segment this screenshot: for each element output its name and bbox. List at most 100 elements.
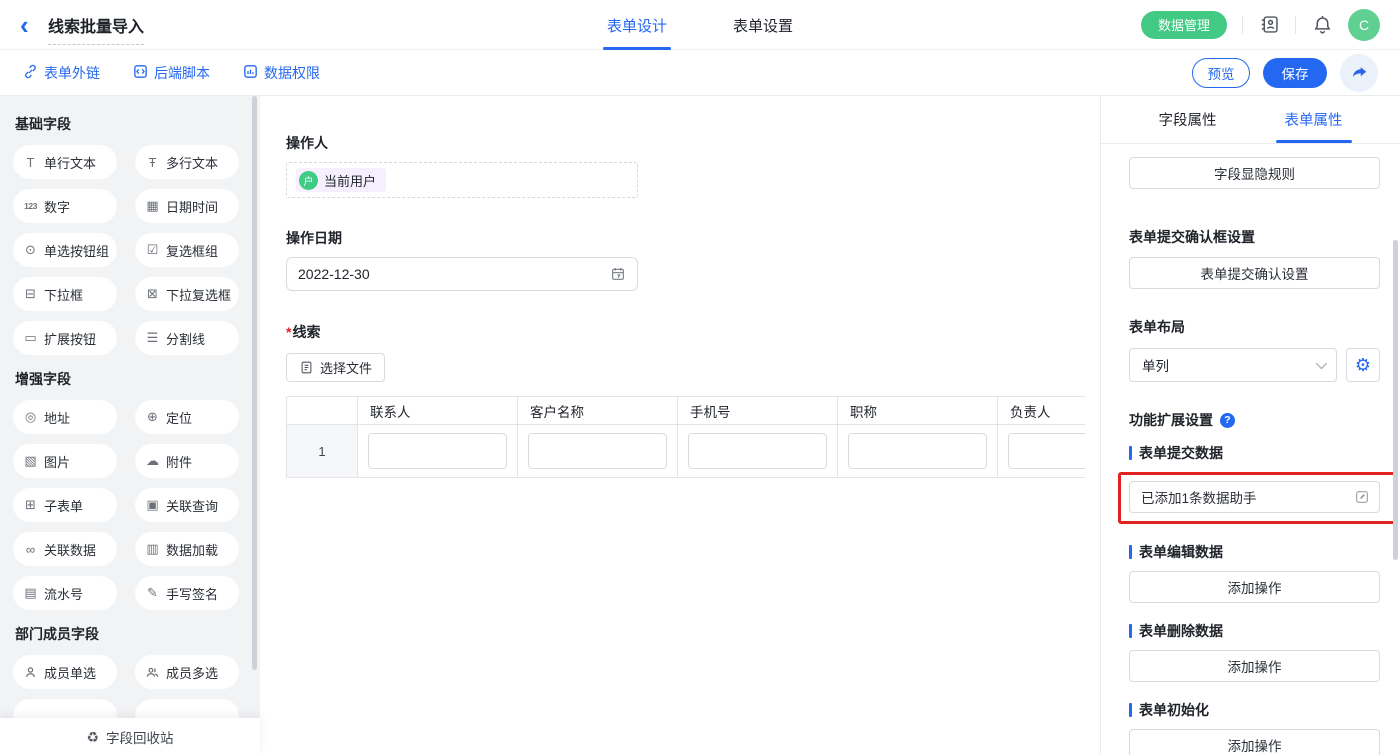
panel-tab-form-props[interactable]: 表单属性 — [1276, 96, 1352, 143]
edit-icon[interactable] — [1354, 489, 1370, 505]
layout-settings-button[interactable]: ⚙ — [1346, 348, 1380, 382]
page-title[interactable]: 线索批量导入 — [48, 13, 144, 37]
field-recycle-bin[interactable]: ♻ 字段回收站 — [0, 718, 260, 755]
topbar: ‹ 线索批量导入 表单设计 表单设置 数据管理 C — [0, 0, 1400, 50]
sidebar-item-hidden[interactable] — [13, 699, 117, 718]
sidebar-item-location[interactable]: ⊕定位 — [135, 400, 239, 434]
sidebar-item-multi-select[interactable]: ⊠下拉复选框 — [135, 277, 239, 311]
sidebar-item-multi-line-text[interactable]: Ŧ多行文本 — [135, 145, 239, 179]
current-user-tag[interactable]: 户 当前用户 — [296, 168, 386, 192]
sidebar-item-divider[interactable]: ☰分割线 — [135, 321, 239, 355]
sidebar-item-label: 单选按钮组 — [44, 241, 109, 260]
choose-file-button[interactable]: 选择文件 — [286, 353, 385, 382]
panel-tab-field-props[interactable]: 字段属性 — [1150, 96, 1226, 143]
form-layout-title: 表单布局 — [1129, 317, 1380, 337]
user-avatar[interactable]: C — [1348, 9, 1380, 41]
share-button[interactable] — [1340, 54, 1378, 92]
preview-button[interactable]: 预览 — [1192, 58, 1250, 88]
sidebar-item-image[interactable]: ▧图片 — [13, 444, 117, 478]
help-icon[interactable]: ? — [1220, 413, 1235, 428]
main-tab-form-settings[interactable]: 表单设置 — [731, 0, 795, 50]
field-sidebar: 基础字段T单行文本Ŧ多行文本123数字▦日期时间⊙单选按钮组☑复选框组⊟下拉框⊠… — [0, 96, 260, 755]
required-mark: * — [286, 324, 291, 340]
add-operation-button[interactable]: 添加操作 — [1129, 571, 1380, 603]
sidebar-item-datetime[interactable]: ▦日期时间 — [135, 189, 239, 223]
toolbar-actions: 预览 保存 — [1192, 54, 1378, 92]
properties-panel: 字段属性 表单属性 字段显隐规则 表单提交确认框设置 表单提交确认设置 表单布局 … — [1100, 96, 1400, 755]
sidebar-item-label: 单行文本 — [44, 153, 96, 172]
toolbar-link-data-permission[interactable]: 数据权限 — [242, 63, 320, 83]
operator-field[interactable]: 户 当前用户 — [286, 162, 638, 198]
sidebar-item-attachment[interactable]: ☁附件 — [135, 444, 239, 478]
table-cell — [358, 425, 518, 477]
sidebar-group-items: 成员单选成员多选 — [13, 655, 260, 718]
file-icon — [299, 360, 314, 375]
external-link-icon — [22, 63, 39, 83]
submit-confirm-button[interactable]: 表单提交确认设置 — [1129, 257, 1380, 289]
toolbar-links: 表单外链 后端脚本 数据权限 — [22, 63, 320, 83]
sidebar-item-radio-group[interactable]: ⊙单选按钮组 — [13, 233, 117, 267]
notification-bell-icon[interactable] — [1311, 14, 1333, 36]
sidebar-item-member-single[interactable]: 成员单选 — [13, 655, 117, 689]
sidebar-item-extend-button[interactable]: ▭ 扩展按钮 — [13, 321, 117, 355]
field-visibility-rules-button[interactable]: 字段显隐规则 — [1129, 157, 1380, 189]
backend-script-icon — [132, 63, 149, 83]
data-manage-button[interactable]: 数据管理 — [1141, 11, 1227, 39]
clue-table-row: 1 — [287, 425, 1085, 477]
table-cell-input-0[interactable] — [368, 433, 507, 469]
sidebar-item-label: 流水号 — [44, 584, 83, 603]
sidebar-item-subform[interactable]: ⊞子表单 — [13, 488, 117, 522]
sidebar-item-select[interactable]: ⊟下拉框 — [13, 277, 117, 311]
add-operation-button[interactable]: 添加操作 — [1129, 650, 1380, 682]
sidebar-item-serial-number[interactable]: ▤ 流水号 — [13, 576, 117, 610]
sidebar-item-single-line-text[interactable]: T单行文本 — [13, 145, 117, 179]
sidebar-scrollbar[interactable] — [252, 96, 257, 670]
sidebar-item-label: 复选框组 — [166, 241, 218, 260]
table-cell-input-1[interactable] — [528, 433, 667, 469]
operate-date-input[interactable]: 2022-12-30 — [286, 257, 638, 291]
table-cell-input-4[interactable] — [1008, 433, 1085, 469]
data-load-icon: ▥ — [144, 541, 161, 557]
toolbar-link-backend-script[interactable]: 后端脚本 — [132, 63, 210, 83]
layout-select[interactable]: 单列 — [1129, 348, 1337, 382]
sidebar-item-hidden[interactable] — [135, 699, 239, 718]
panel-tabs: 字段属性 表单属性 — [1101, 96, 1400, 144]
extend-button-icon: ▭ — [22, 330, 39, 346]
member-single-icon — [22, 665, 39, 680]
table-cell-input-3[interactable] — [848, 433, 987, 469]
current-user-label: 当前用户 — [324, 171, 376, 190]
back-icon[interactable]: ‹ — [20, 14, 38, 36]
table-row-index: 1 — [287, 425, 358, 477]
address-book-icon[interactable] — [1258, 14, 1280, 36]
current-user-icon: 户 — [299, 171, 318, 190]
sidebar-item-data-load[interactable]: ▥ 数据加载 — [135, 532, 239, 566]
toolbar-link-external-link[interactable]: 表单外链 — [22, 63, 100, 83]
panel-content: 字段显隐规则 表单提交确认框设置 表单提交确认设置 表单布局 单列 ⚙ 功能扩展… — [1101, 144, 1400, 755]
panel-scrollbar[interactable] — [1393, 240, 1398, 560]
table-cell-input-2[interactable] — [688, 433, 827, 469]
table-cell — [518, 425, 678, 477]
sidebar-item-linked-data[interactable]: ∞关联数据 — [13, 532, 117, 566]
clue-table-header: 联系人客户名称手机号职称负责人 — [287, 397, 1085, 425]
multi-select-icon: ⊠ — [144, 286, 161, 302]
sidebar-item-address[interactable]: ◎地址 — [13, 400, 117, 434]
main-tab-form-design[interactable]: 表单设计 — [605, 0, 669, 50]
sidebar-item-linked-query[interactable]: ▣关联查询 — [135, 488, 239, 522]
section-bar-icon — [1129, 545, 1132, 559]
sidebar-item-label: 数据加载 — [166, 540, 218, 559]
sidebar-item-label: 扩展按钮 — [44, 329, 96, 348]
sidebar-item-label: 数字 — [44, 197, 70, 216]
calendar-icon — [610, 266, 626, 282]
sidebar-item-label: 下拉框 — [44, 285, 83, 304]
save-button[interactable]: 保存 — [1263, 58, 1327, 88]
add-operation-button[interactable]: 添加操作 — [1129, 729, 1380, 755]
sidebar-item-member-multi[interactable]: 成员多选 — [135, 655, 239, 689]
extension-section-label: 表单提交数据 — [1129, 443, 1380, 463]
data-assistant-entry[interactable]: 已添加1条数据助手 — [1129, 481, 1380, 513]
sidebar-item-checkbox-group[interactable]: ☑复选框组 — [135, 233, 239, 267]
form-designer-app: ‹ 线索批量导入 表单设计 表单设置 数据管理 C — [0, 0, 1400, 755]
sidebar-item-number[interactable]: 123数字 — [13, 189, 117, 223]
sidebar-item-signature[interactable]: ✎手写签名 — [135, 576, 239, 610]
form-layout-row: 单列 ⚙ — [1129, 348, 1380, 382]
serial-number-icon: ▤ — [22, 585, 39, 601]
